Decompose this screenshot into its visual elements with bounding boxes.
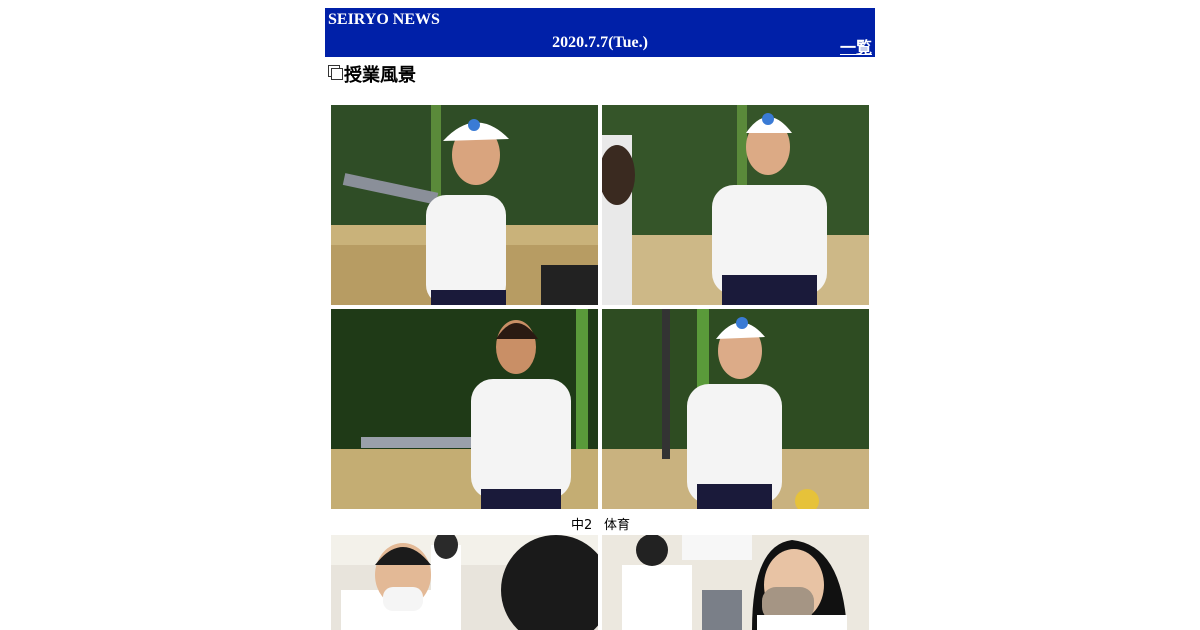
copy-icon bbox=[328, 65, 343, 80]
photo-softball-laughing-girl bbox=[602, 105, 869, 305]
article-title: 授業風景 bbox=[344, 65, 416, 85]
photo-softball-batting-girl-1 bbox=[331, 105, 598, 305]
post-date: 2020.7.7(Tue.) bbox=[552, 34, 648, 51]
news-page: SEIRYO NEWS 2020.7.7(Tue.) 一覧 bbox=[325, 8, 875, 57]
article-title-row: 授業風景 bbox=[328, 61, 416, 87]
list-link[interactable]: 一覧 bbox=[840, 34, 872, 58]
news-header: SEIRYO NEWS 2020.7.7(Tue.) 一覧 bbox=[325, 8, 875, 57]
photo-classroom-boy-masked bbox=[331, 535, 598, 630]
caption-subject: 体育 bbox=[604, 518, 631, 533]
photo-softball-smiling-girl bbox=[602, 309, 869, 509]
site-name: SEIRYO NEWS bbox=[328, 11, 440, 28]
photo-classroom-girl-masked bbox=[602, 535, 869, 630]
photo-softball-batting-girl-2 bbox=[331, 309, 598, 509]
caption-grade: 中2 bbox=[571, 518, 593, 533]
